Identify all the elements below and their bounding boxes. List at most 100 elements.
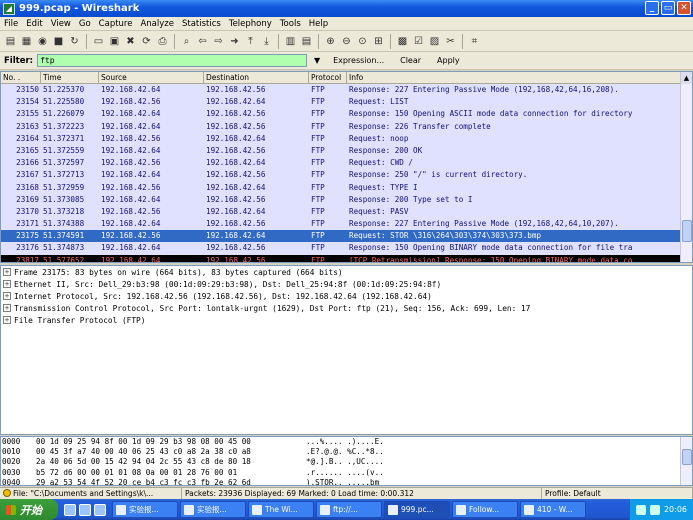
- menu-capture[interactable]: Capture: [99, 19, 133, 29]
- expand-icon[interactable]: +: [3, 304, 11, 312]
- column-destination[interactable]: Destination: [204, 72, 309, 83]
- start-button[interactable]: 开始: [0, 499, 58, 520]
- zoom-in-icon[interactable]: ⊕: [323, 34, 338, 49]
- detail-row[interactable]: + Internet Protocol, Src: 192.168.42.56 (…: [1, 290, 692, 302]
- restart-capture-icon[interactable]: ↻: [67, 34, 82, 49]
- hex-row[interactable]: 0020 2a 40 06 5d 00 15 42 94 04 2c 55 43 …: [1, 457, 692, 467]
- quick-launch-icon[interactable]: [64, 503, 76, 516]
- hex-row[interactable]: 0040 29 a2 53 54 4f 52 20 ce b4 c3 fc c3 …: [1, 478, 692, 485]
- packet-row[interactable]: 23167 51.372713 192.168.42.64 192.168.42.56…: [1, 169, 692, 182]
- quick-launch-icon[interactable]: [94, 503, 106, 516]
- taskbar-button[interactable]: The Wi...: [248, 501, 314, 518]
- filter-dropdown-icon[interactable]: ▼: [311, 54, 323, 67]
- scroll-thumb[interactable]: [682, 220, 692, 242]
- menu-analyze[interactable]: Analyze: [140, 19, 174, 29]
- packet-row[interactable]: 23817 51.577652 192.168.42.64 192.168.42.56…: [1, 254, 692, 262]
- help-icon[interactable]: ⌗: [467, 34, 482, 49]
- menu-go[interactable]: Go: [79, 19, 91, 29]
- column-no[interactable]: No. .: [1, 72, 41, 83]
- go-to-packet-icon[interactable]: ➜: [227, 34, 242, 49]
- menu-telephony[interactable]: Telephony: [229, 19, 272, 29]
- minimize-button[interactable]: _: [645, 1, 659, 15]
- bytes-scroll-thumb[interactable]: [682, 449, 692, 465]
- auto-scroll-icon[interactable]: ▤: [299, 34, 314, 49]
- apply-button[interactable]: Apply: [431, 56, 466, 65]
- find-icon[interactable]: ⌕: [179, 34, 194, 49]
- close-button[interactable]: ✕: [677, 1, 691, 15]
- forward-arrow-icon[interactable]: ⇨: [211, 34, 226, 49]
- detail-row[interactable]: + Frame 23175: 83 bytes on wire (664 bits…: [1, 266, 692, 278]
- close-file-icon[interactable]: ✖: [123, 34, 138, 49]
- taskbar-button[interactable]: 实验报...: [180, 501, 246, 518]
- packet-list-pane[interactable]: No. . Time Source Destination Protocol I…: [0, 71, 693, 263]
- menu-tools[interactable]: Tools: [280, 19, 301, 29]
- taskbar-button[interactable]: Follow...: [452, 501, 518, 518]
- packet-row[interactable]: 23169 51.373085 192.168.42.64 192.168.42.56…: [1, 193, 692, 206]
- packet-row[interactable]: 23175 51.374591 192.168.42.56 192.168.42.64…: [1, 230, 692, 243]
- packet-row[interactable]: 23166 51.372597 192.168.42.56 192.168.42.64…: [1, 157, 692, 170]
- last-packet-icon[interactable]: ⤓: [259, 34, 274, 49]
- menu-file[interactable]: File: [4, 19, 18, 29]
- taskbar-button[interactable]: 999.pc...: [384, 501, 450, 518]
- save-file-icon[interactable]: ▣: [107, 34, 122, 49]
- expert-info-icon[interactable]: [3, 489, 11, 497]
- hex-row[interactable]: 0000 00 1d 09 25 94 8f 00 1d 09 29 b3 98 …: [1, 437, 692, 447]
- menu-view[interactable]: View: [51, 19, 71, 29]
- packet-row[interactable]: 23171 51.374388 192.168.42.64 192.168.42.56…: [1, 218, 692, 231]
- back-arrow-icon[interactable]: ⇦: [195, 34, 210, 49]
- preferences-icon[interactable]: ✂: [443, 34, 458, 49]
- detail-row[interactable]: + Ethernet II, Src: Dell_29:b3:98 (00:1d:…: [1, 278, 692, 290]
- packet-row[interactable]: 23163 51.372223 192.168.42.64 192.168.42.56…: [1, 120, 692, 133]
- status-file[interactable]: File: "C:\Documents and Settings\k\...: [0, 488, 182, 499]
- column-source[interactable]: Source: [99, 72, 204, 83]
- stop-capture-icon[interactable]: ■: [51, 34, 66, 49]
- column-info[interactable]: Info: [347, 72, 685, 83]
- column-time[interactable]: Time: [41, 72, 99, 83]
- packet-details-pane[interactable]: + Frame 23175: 83 bytes on wire (664 bits…: [0, 265, 693, 435]
- packet-bytes-pane[interactable]: 0000 00 1d 09 25 94 8f 00 1d 09 29 b3 98 …: [0, 436, 693, 486]
- display-filters-icon[interactable]: ☑: [411, 34, 426, 49]
- menu-help[interactable]: Help: [309, 19, 328, 29]
- clear-button[interactable]: Clear: [394, 56, 427, 65]
- menu-edit[interactable]: Edit: [26, 19, 42, 29]
- open-file-icon[interactable]: ▭: [91, 34, 106, 49]
- taskbar-button[interactable]: 实验报...: [112, 501, 178, 518]
- packet-row[interactable]: 23155 51.226079 192.168.42.64 192.168.42.56…: [1, 108, 692, 121]
- expand-icon[interactable]: +: [3, 268, 11, 276]
- expand-icon[interactable]: +: [3, 280, 11, 288]
- bytes-scrollbar[interactable]: [680, 437, 692, 485]
- tray-icon[interactable]: [649, 504, 660, 515]
- packet-row[interactable]: 23170 51.373218 192.168.42.56 192.168.42.64…: [1, 205, 692, 219]
- menu-statistics[interactable]: Statistics: [182, 19, 221, 29]
- print-icon[interactable]: ⎙: [155, 34, 170, 49]
- display-filter-input[interactable]: ftp: [37, 54, 308, 67]
- packet-row[interactable]: 23176 51.374873 192.168.42.64 192.168.42.56…: [1, 242, 692, 255]
- expand-icon[interactable]: +: [3, 292, 11, 300]
- colorize-icon[interactable]: ▥: [283, 34, 298, 49]
- zoom-out-icon[interactable]: ⊖: [339, 34, 354, 49]
- normal-size-icon[interactable]: ⊙: [355, 34, 370, 49]
- window-title-bar[interactable]: ◢ 999.pcap - Wireshark _ ▭ ✕: [0, 0, 693, 17]
- packet-list-scrollbar[interactable]: ▲: [680, 72, 692, 262]
- detail-row[interactable]: + Transmission Control Protocol, Src Port…: [1, 302, 692, 314]
- taskbar-button[interactable]: ftp://...: [316, 501, 382, 518]
- packet-row[interactable]: 23168 51.372959 192.168.42.56 192.168.42.64…: [1, 181, 692, 194]
- status-profile[interactable]: Profile: Default: [542, 488, 693, 499]
- packet-row[interactable]: 23165 51.372559 192.168.42.64 192.168.42.56…: [1, 144, 692, 158]
- taskbar-button[interactable]: 410 - W...: [520, 501, 586, 518]
- tray-icon[interactable]: [635, 504, 646, 515]
- maximize-button[interactable]: ▭: [661, 1, 675, 15]
- expression-button[interactable]: Expression...: [327, 56, 390, 65]
- packet-row[interactable]: 23164 51.372371 192.168.42.56 192.168.42.64…: [1, 132, 692, 145]
- reload-icon[interactable]: ⟳: [139, 34, 154, 49]
- coloring-rules-icon[interactable]: ▨: [427, 34, 442, 49]
- quick-launch-icon[interactable]: [79, 503, 91, 516]
- interfaces-icon[interactable]: ▤: [3, 34, 18, 49]
- packet-row[interactable]: 23150 51.225370 192.168.42.64 192.168.42.56…: [1, 84, 692, 97]
- capture-filters-icon[interactable]: ▩: [395, 34, 410, 49]
- first-packet-icon[interactable]: ⤒: [243, 34, 258, 49]
- start-capture-icon[interactable]: ◉: [35, 34, 50, 49]
- packet-row[interactable]: 23154 51.225580 192.168.42.56 192.168.42.64…: [1, 96, 692, 109]
- scroll-up-icon[interactable]: ▲: [681, 72, 692, 84]
- detail-row[interactable]: + File Transfer Protocol (FTP): [1, 314, 692, 326]
